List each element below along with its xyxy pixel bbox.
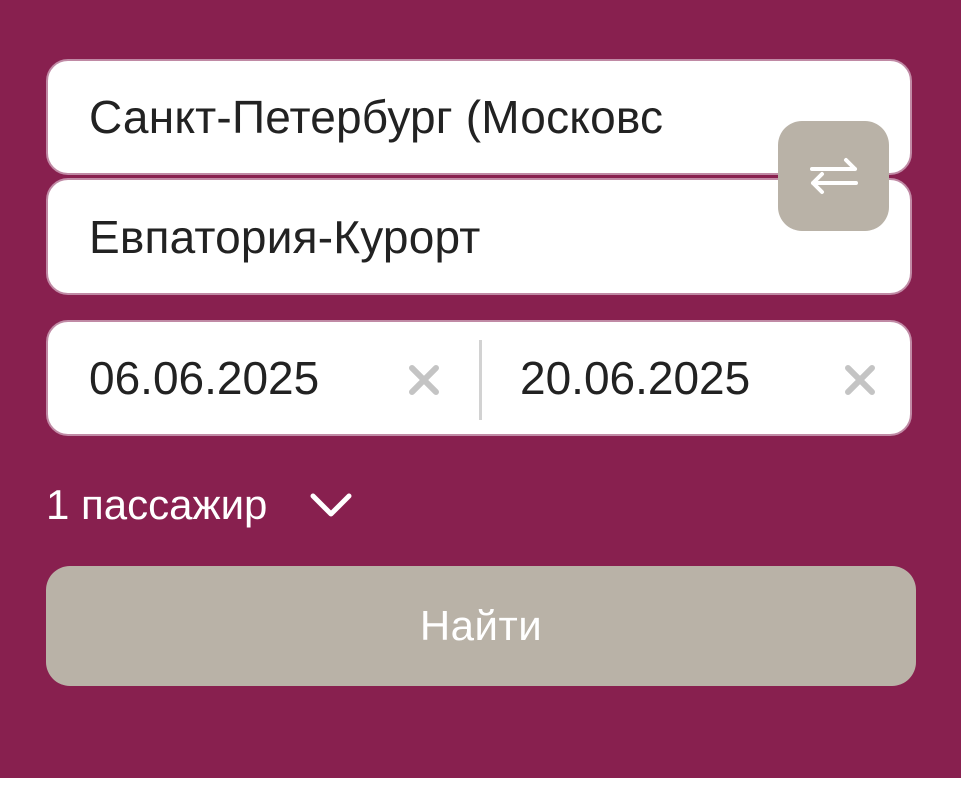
close-icon[interactable] [407,363,441,397]
swap-stations-button[interactable] [778,121,889,231]
departure-date-value: 06.06.2025 [89,352,320,404]
search-button-label: Найти [419,602,543,649]
from-station-value: Санкт-Петербург (Московс [89,91,664,143]
search-button[interactable]: Найти [46,566,916,686]
swap-arrows-icon [809,158,858,194]
dates-field: 06.06.2025 20.06.2025 [46,320,912,436]
return-date-value: 20.06.2025 [520,352,751,404]
close-icon[interactable] [843,363,877,397]
passengers-selector[interactable]: 1 пассажир [46,476,352,534]
search-panel: Санкт-Петербург (Московс Евпатория-Курор… [0,0,961,778]
chevron-down-icon [310,493,352,517]
to-station-value: Евпатория-Курорт [89,210,481,263]
departure-date-field[interactable]: 06.06.2025 [48,322,480,434]
return-date-field[interactable]: 20.06.2025 [481,322,910,434]
passengers-label: 1 пассажир [46,481,268,528]
